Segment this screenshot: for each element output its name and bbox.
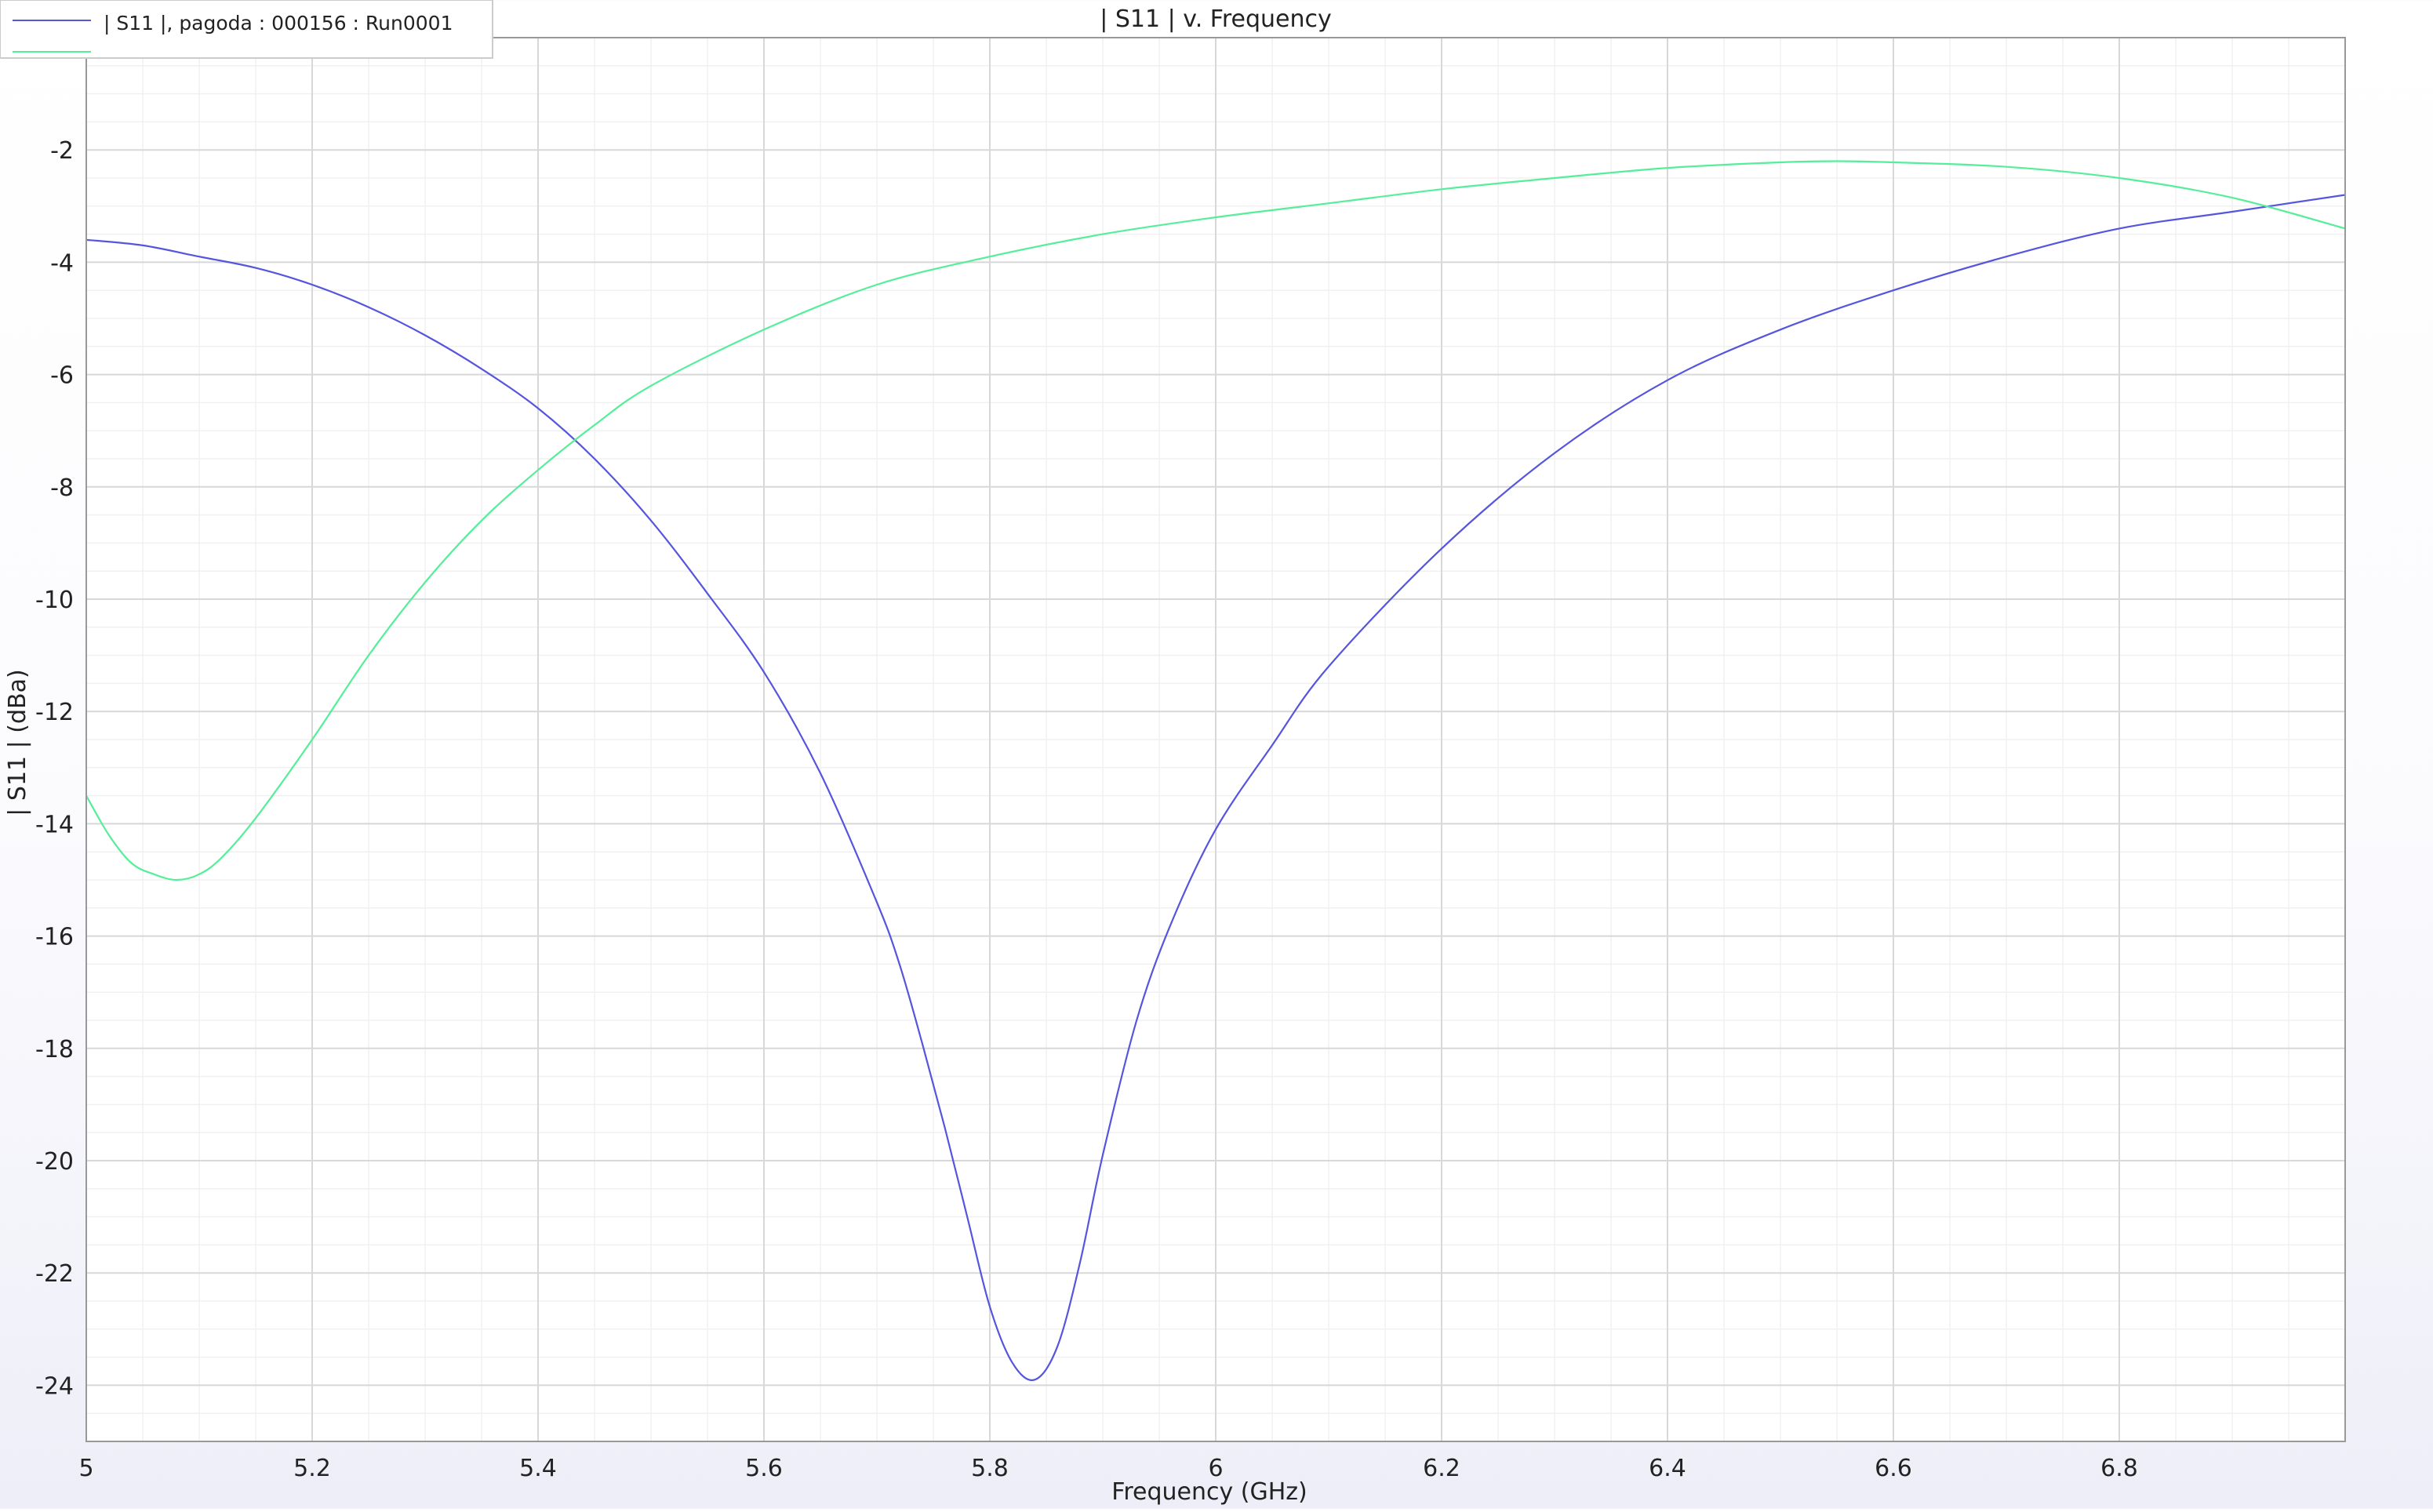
- chart-title: | S11 | v. Frequency: [1100, 5, 1332, 33]
- y-tick-label: -4: [50, 249, 74, 277]
- x-axis-label: Frequency (GHz): [1111, 1478, 1307, 1506]
- y-tick-label: -8: [50, 474, 74, 502]
- y-tick-label: -6: [50, 362, 74, 390]
- x-tick-labels: 5 5.2 5.4 5.6 5.8 6 6.2 6.4 6.6 6.8: [78, 1455, 2137, 1482]
- y-tick-label: -14: [35, 811, 74, 838]
- y-tick-label: -2: [50, 137, 74, 165]
- x-tick-label: 5.8: [971, 1455, 1009, 1482]
- legend[interactable]: | S11 |, pagoda : 000156 : Run0001: [0, 0, 493, 59]
- legend-label-s11: | S11 |, pagoda : 000156 : Run0001: [104, 12, 453, 35]
- y-tick-label: -10: [35, 587, 74, 614]
- x-tick-label: 6.6: [1875, 1455, 1912, 1482]
- x-tick-label: 6.2: [1423, 1455, 1460, 1482]
- x-tick-label: 5.4: [519, 1455, 557, 1482]
- x-tick-label: 5: [78, 1455, 93, 1482]
- y-tick-label: -18: [35, 1036, 74, 1063]
- s11-frequency-chart: 55.25.45.65.866.26.46.66.8 0-2-4-6-8-10-…: [0, 0, 2346, 1506]
- y-tick-label: -22: [35, 1260, 74, 1288]
- x-tick-label: 6.4: [1649, 1455, 1686, 1482]
- y-tick-label: -20: [35, 1148, 74, 1176]
- y-tick-label: -12: [35, 699, 74, 726]
- y-tick-labels: 0-2-4-6-8-10-12-14-16-18-20-22-24: [35, 25, 74, 1400]
- y-tick-label: -24: [35, 1372, 74, 1400]
- x-tick-label: 5.2: [293, 1455, 331, 1482]
- x-tick-label: 6.8: [2100, 1455, 2138, 1482]
- chart-root: 55.25.45.65.866.26.46.66.8 0-2-4-6-8-10-…: [0, 0, 2433, 1509]
- y-tick-label: -16: [35, 924, 74, 951]
- y-axis-label: | S11 | (dBa): [4, 669, 31, 816]
- x-tick-label: 5.6: [745, 1455, 783, 1482]
